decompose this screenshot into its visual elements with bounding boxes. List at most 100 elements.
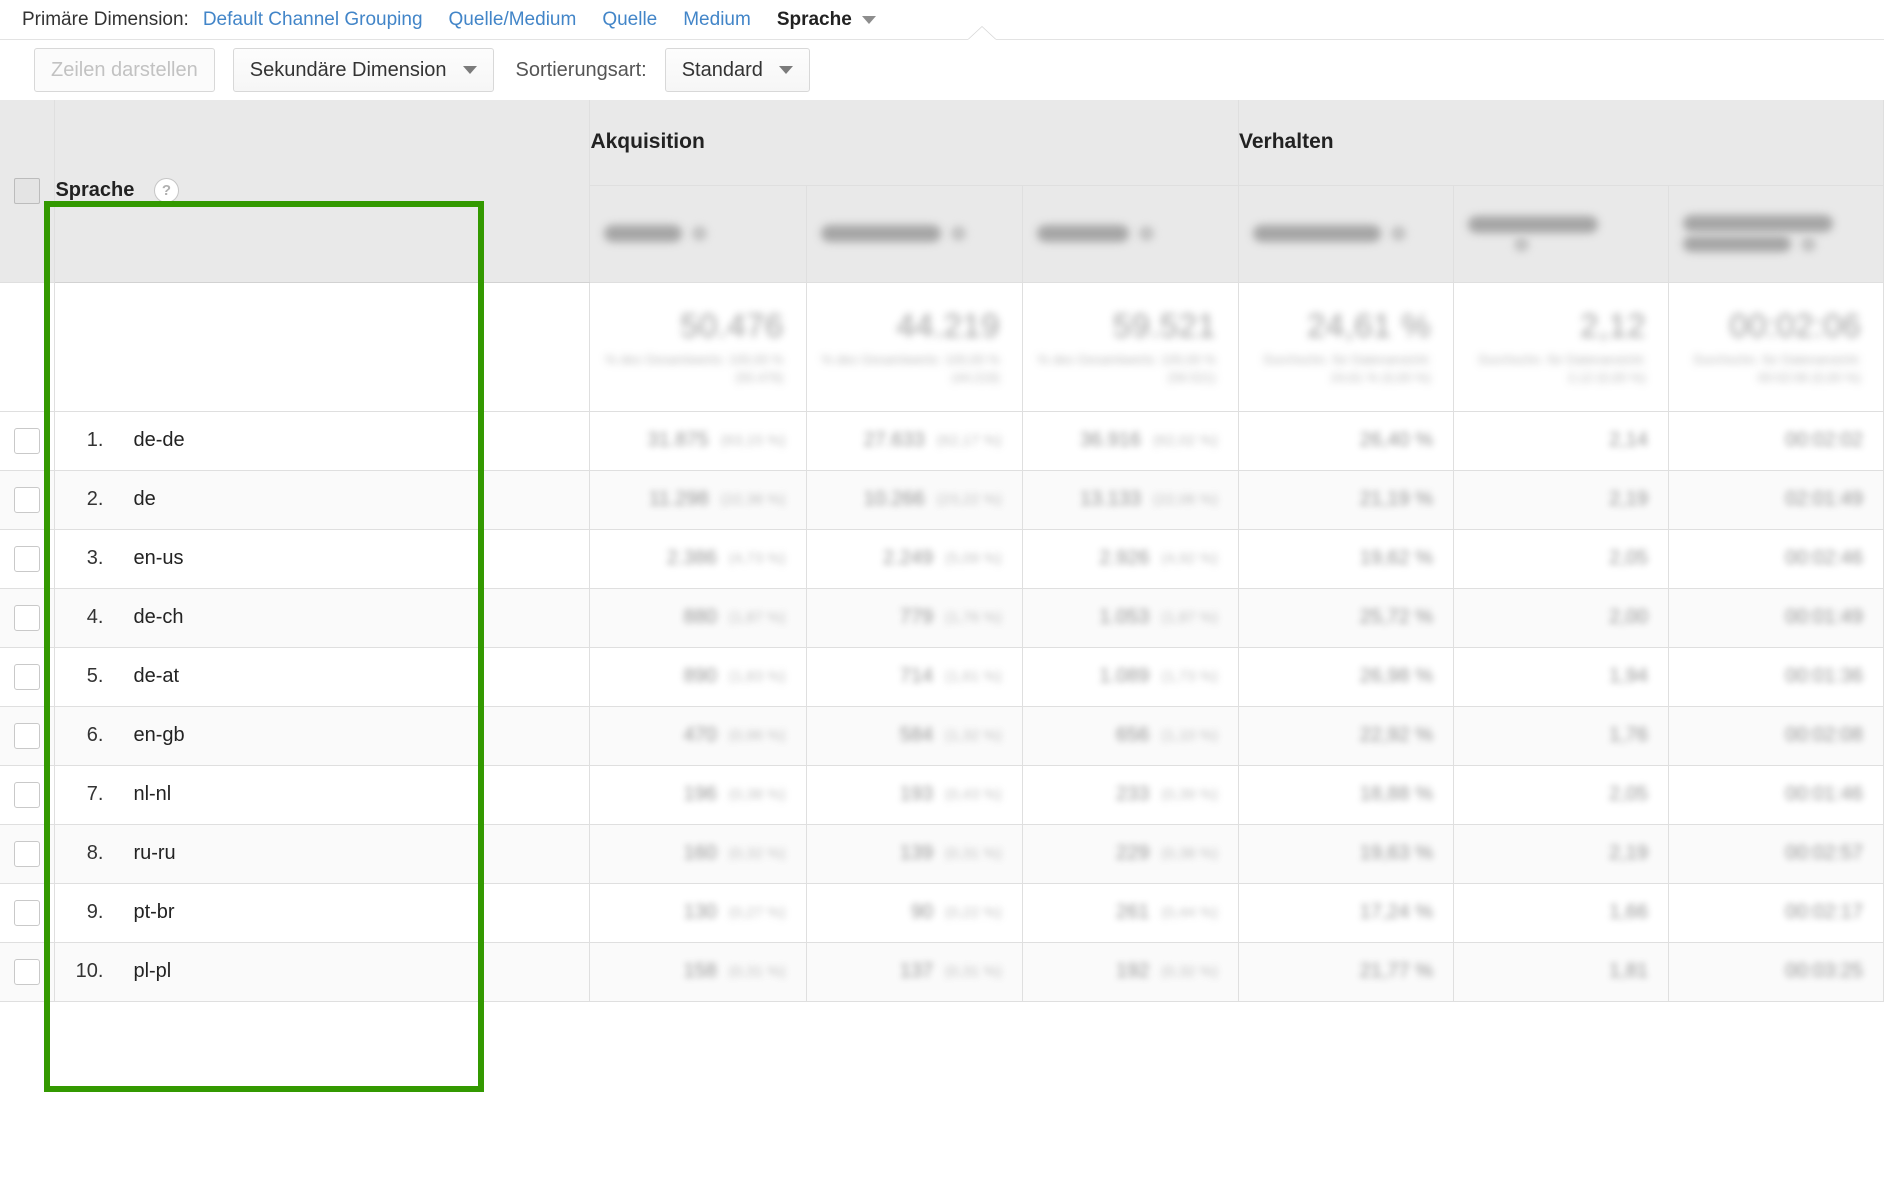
row-checkbox-cell[interactable] — [0, 470, 56, 530]
row-language-link[interactable]: en-us — [133, 547, 183, 569]
summary-row: 50.476 % des Gesamtwerts: 100,00 % (50.4… — [0, 282, 1884, 412]
row-language-link[interactable]: de-de — [133, 429, 184, 451]
metric-cell-1: 470 (0,96 %) — [589, 706, 807, 766]
metric-value: 2,14 — [1609, 429, 1648, 451]
metric-value: 2,00 — [1609, 606, 1648, 628]
show-rows-button[interactable]: Zeilen darstellen — [34, 48, 215, 92]
dimension-link-sprache-active[interactable]: Sprache — [777, 9, 852, 31]
row-checkbox[interactable] — [14, 781, 41, 808]
metric-value: 1.089 — [1099, 665, 1150, 687]
row-checkbox-cell[interactable] — [0, 765, 56, 825]
select-all-checkbox[interactable] — [14, 177, 41, 204]
row-checkbox[interactable] — [14, 840, 41, 867]
metric-header-6[interactable] — [1668, 185, 1884, 283]
metric-cell-6: 00:01:46 — [1668, 765, 1884, 825]
row-checkbox-cell[interactable] — [0, 588, 56, 648]
metric-value: 1,94 — [1609, 665, 1648, 687]
dimension-header-label: Sprache — [55, 179, 135, 202]
metric-cell-4: 26,40 % — [1238, 411, 1454, 471]
metric-cell-4: 17,24 % — [1238, 883, 1454, 943]
group-header-verhalten-label: Verhalten — [1239, 130, 1334, 154]
row-checkbox-cell[interactable] — [0, 883, 56, 943]
summary-cell-4: 24,61 % Durchschn. für Datenansicht: 24,… — [1238, 282, 1454, 412]
metric-header-1[interactable] — [589, 185, 807, 283]
dimension-link-default-channel-grouping[interactable]: Default Channel Grouping — [203, 9, 423, 31]
metric-value: 00:03:25 — [1785, 960, 1863, 982]
row-language-link[interactable]: en-gb — [133, 724, 184, 746]
row-checkbox[interactable] — [14, 545, 41, 572]
secondary-dimension-button[interactable]: Sekundäre Dimension — [232, 48, 494, 92]
metric-header-4[interactable] — [1238, 185, 1454, 283]
row-index: 6. — [86, 724, 104, 746]
metric-value: 90 — [910, 901, 934, 923]
row-checkbox-cell[interactable] — [0, 529, 56, 589]
dimension-cell: 2. de — [54, 470, 591, 530]
row-checkbox[interactable] — [14, 663, 41, 690]
chevron-down-icon[interactable] — [861, 15, 876, 24]
dimension-header-cell[interactable]: Sprache ? — [54, 100, 591, 283]
row-checkbox[interactable] — [14, 899, 41, 926]
row-checkbox-cell[interactable] — [0, 942, 56, 1002]
row-language-link[interactable]: de-ch — [133, 606, 183, 628]
row-language-link[interactable]: pt-br — [133, 901, 174, 923]
row-index: 1. — [86, 429, 104, 451]
dimension-link-quelle-medium[interactable]: Quelle/Medium — [449, 9, 577, 31]
row-checkbox-cell[interactable] — [0, 647, 56, 707]
metric-value: 196 — [683, 783, 717, 805]
metric-value: 18,88 % — [1359, 783, 1433, 805]
metric-cell-3: 233 (0,39 %) — [1022, 765, 1240, 825]
metric-cell-4: 22,92 % — [1238, 706, 1454, 766]
metric-value: 17,24 % — [1359, 901, 1433, 923]
row-checkbox[interactable] — [14, 722, 41, 749]
row-checkbox[interactable] — [14, 427, 41, 454]
summary-note-5: Durchschn. für Datenansicht: 2,12 (0,00 … — [1478, 351, 1646, 385]
row-checkbox-cell[interactable] — [0, 824, 56, 884]
row-language-link[interactable]: pl-pl — [133, 960, 171, 982]
metric-value: 137 — [899, 960, 934, 982]
table-row: 8. ru-ru 160 (0,32 %) 139 (0,31 %) 229 (0,38 %)… — [0, 824, 1884, 884]
metric-value: 19,63 % — [1359, 842, 1433, 864]
row-index: 8. — [86, 842, 104, 864]
row-checkbox-cell[interactable] — [0, 411, 56, 471]
row-language-link[interactable]: ru-ru — [133, 842, 175, 864]
metric-value: 00:02:08 — [1785, 724, 1863, 746]
dimension-link-quelle[interactable]: Quelle — [602, 9, 657, 31]
row-checkbox[interactable] — [14, 604, 41, 631]
metric-cell-5: 2,05 — [1453, 529, 1669, 589]
sort-type-select[interactable]: Standard — [664, 48, 810, 92]
metric-value: 139 — [899, 842, 934, 864]
secondary-dimension-label: Sekundäre Dimension — [249, 58, 447, 81]
metric-percent: (0,38 %) — [728, 786, 786, 803]
chevron-down-icon — [778, 66, 793, 74]
row-language-link[interactable]: de-at — [133, 665, 179, 687]
summary-value-6: 00:02:06 — [1729, 306, 1861, 344]
help-icon[interactable]: ? — [153, 178, 179, 204]
summary-note-6: Durchschn. für Datenansicht: 00:02:06 (0… — [1693, 351, 1861, 385]
metric-percent: (62,02 %) — [1152, 432, 1219, 449]
metric-cell-1: 880 (1,87 %) — [589, 588, 807, 648]
metric-header-3[interactable] — [1022, 185, 1240, 283]
dimension-link-medium[interactable]: Medium — [683, 9, 751, 31]
active-tab-pointer — [968, 27, 996, 40]
metric-value: 2,19 — [1609, 842, 1648, 864]
select-all-cell[interactable] — [0, 100, 56, 283]
row-checkbox[interactable] — [14, 486, 41, 513]
metric-cell-5: 2,00 — [1453, 588, 1669, 648]
metric-value: 1,66 — [1609, 901, 1648, 923]
metric-cell-6: 00:03:25 — [1668, 942, 1884, 1002]
metric-cell-1: 130 (0,27 %) — [589, 883, 807, 943]
metric-cell-5: 2,19 — [1453, 824, 1669, 884]
metric-value: 10.266 — [863, 488, 925, 510]
row-language-link[interactable]: nl-nl — [133, 783, 171, 805]
row-checkbox[interactable] — [14, 958, 41, 985]
metric-cell-5: 1,94 — [1453, 647, 1669, 707]
metric-value: 584 — [899, 724, 934, 746]
metric-cell-6: 00:02:02 — [1668, 411, 1884, 471]
metric-percent: (1,32 %) — [945, 727, 1002, 744]
metric-header-5[interactable] — [1453, 185, 1669, 283]
row-language-link[interactable]: de — [133, 488, 155, 510]
metric-header-2[interactable] — [806, 185, 1023, 283]
table-row: 2. de 11.298 (22,38 %) 10.266 (23,22 %) 13.133… — [0, 470, 1884, 530]
row-checkbox-cell[interactable] — [0, 706, 56, 766]
metric-cell-4: 19,62 % — [1238, 529, 1454, 589]
